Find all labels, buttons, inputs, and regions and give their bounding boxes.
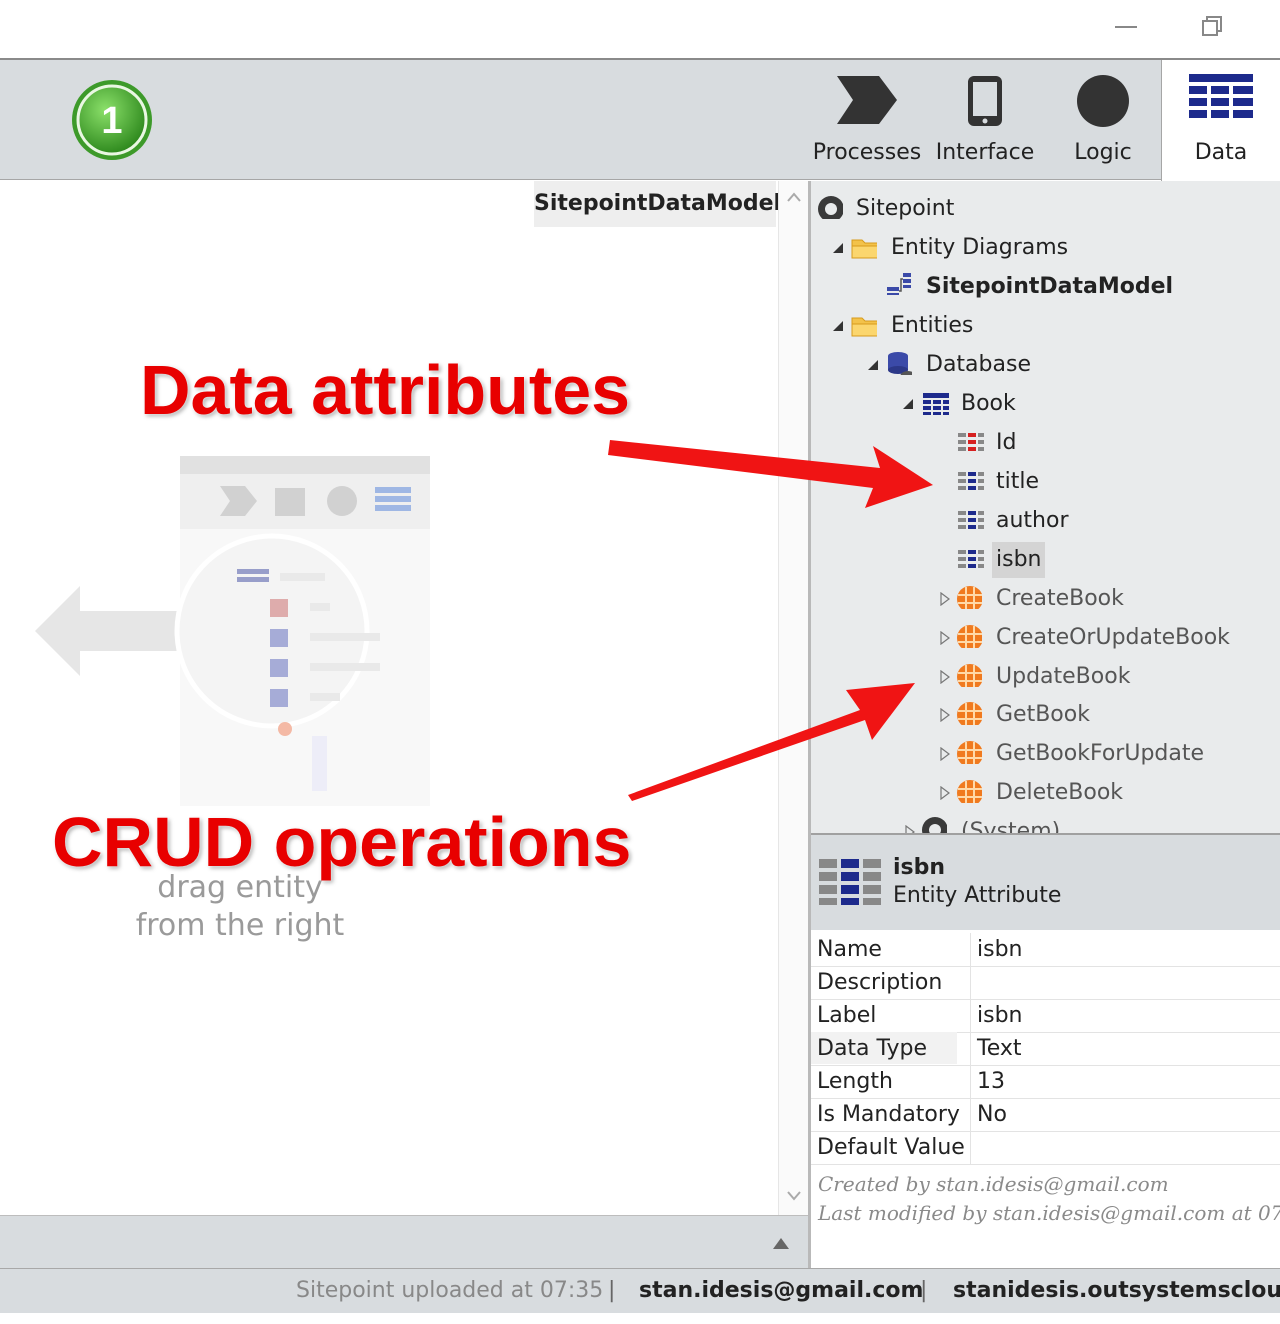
annotation-arrows — [608, 440, 933, 801]
arrow-to-actions — [628, 683, 915, 801]
annotation-data-attributes: Data attributes — [140, 351, 631, 429]
arrow-to-attributes — [608, 440, 933, 508]
annotation-crud-operations: CRUD operations — [52, 803, 632, 881]
